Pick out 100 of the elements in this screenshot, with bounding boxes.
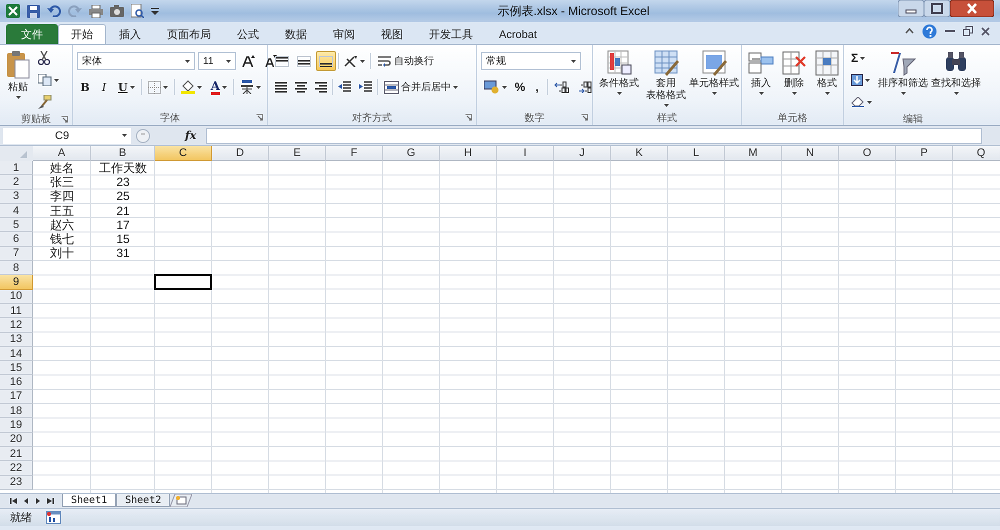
splitter-handle-icon[interactable] <box>135 128 151 142</box>
ribbon-tab[interactable]: 插入 <box>106 24 154 44</box>
row-header[interactable]: 11 <box>0 304 33 318</box>
ribbon-button[interactable]: 套用 表格格式 <box>644 48 688 108</box>
formula-input[interactable] <box>206 128 982 144</box>
restore-icon[interactable] <box>963 26 973 36</box>
printer-icon[interactable] <box>89 4 103 18</box>
maximize-button-icon[interactable] <box>924 0 950 17</box>
name-box[interactable]: C9 <box>3 128 131 144</box>
font-size-dropdown[interactable]: 11 <box>198 52 236 70</box>
row-header[interactable]: 20 <box>0 432 33 447</box>
file-tab[interactable]: 文件 <box>6 24 58 44</box>
help-icon[interactable] <box>922 24 937 38</box>
minimize-icon[interactable] <box>945 27 955 35</box>
column-header[interactable]: O <box>839 146 896 161</box>
column-header[interactable]: A <box>33 146 91 161</box>
autosum-button[interactable]: Σ <box>848 48 875 68</box>
row-header[interactable]: 23 <box>0 476 33 490</box>
dialog-launcher-icon[interactable] <box>581 114 588 121</box>
insert-function-button[interactable]: fx <box>155 129 202 142</box>
column-header[interactable]: M <box>725 146 782 161</box>
dialog-launcher-icon[interactable] <box>465 114 472 121</box>
ribbon-tab[interactable]: 视图 <box>368 24 416 44</box>
save-icon[interactable] <box>27 4 40 18</box>
ribbon-tab[interactable]: 开发工具 <box>416 24 486 44</box>
row-header[interactable]: 15 <box>0 361 33 376</box>
row-header[interactable]: 7 <box>0 246 33 262</box>
bold-button[interactable]: B <box>77 77 93 97</box>
wrap-text-button[interactable]: 自动换行 <box>373 51 438 71</box>
ribbon-tab[interactable]: 审阅 <box>320 24 368 44</box>
font-color-button[interactable]: A <box>208 77 230 97</box>
row-header[interactable]: 13 <box>0 332 33 347</box>
column-header[interactable]: F <box>326 146 383 161</box>
row-header[interactable]: 6 <box>0 232 33 247</box>
row-header[interactable]: 10 <box>0 290 33 304</box>
column-header[interactable]: G <box>383 146 440 161</box>
last-sheet-icon[interactable] <box>46 496 54 504</box>
row-header[interactable]: 8 <box>0 261 33 276</box>
italic-button[interactable]: I <box>96 77 112 97</box>
number-format-dropdown[interactable]: 常规 <box>481 52 581 70</box>
row-header[interactable]: 18 <box>0 404 33 418</box>
row-header[interactable]: 19 <box>0 418 33 433</box>
ribbon-tab[interactable]: 公式 <box>224 24 272 44</box>
column-header[interactable]: L <box>668 146 725 161</box>
close-icon[interactable] <box>981 26 990 36</box>
ribbon-button[interactable]: 排序和筛选 <box>878 48 928 96</box>
column-header[interactable]: K <box>611 146 668 161</box>
column-header[interactable]: Q <box>953 146 1000 161</box>
print-preview-icon[interactable] <box>131 4 144 18</box>
comma-style-button[interactable]: , <box>530 77 544 97</box>
minimize-button-icon[interactable] <box>898 0 924 17</box>
ribbon-button[interactable]: 删除 <box>779 48 809 96</box>
spreadsheet-logo-icon[interactable] <box>6 4 20 18</box>
dialog-launcher-icon[interactable] <box>61 116 68 123</box>
row-header[interactable]: 2 <box>0 175 33 190</box>
column-header[interactable]: B <box>91 146 155 161</box>
ribbon-tab[interactable]: 开始 <box>58 24 106 44</box>
column-header[interactable]: E <box>269 146 326 161</box>
row-header[interactable]: 12 <box>0 318 33 333</box>
ribbon-tab[interactable]: 页面布局 <box>154 24 224 44</box>
row-header[interactable]: 3 <box>0 190 33 204</box>
merge-center-button[interactable]: 合并后居中 <box>380 77 462 97</box>
font-name-dropdown[interactable]: 宋体 <box>77 52 195 70</box>
row-header[interactable]: 16 <box>0 375 33 390</box>
collapse-ribbon-icon[interactable] <box>905 28 914 34</box>
active-cell[interactable] <box>154 274 212 290</box>
row-header[interactable]: 5 <box>0 218 33 232</box>
ribbon-tab[interactable]: 数据 <box>272 24 320 44</box>
first-sheet-icon[interactable] <box>10 496 18 504</box>
column-header[interactable]: N <box>782 146 839 161</box>
dialog-launcher-icon[interactable] <box>256 114 263 121</box>
previous-sheet-icon[interactable] <box>22 496 30 504</box>
row-header[interactable]: 17 <box>0 390 33 404</box>
vertical-align-button[interactable] <box>316 51 336 71</box>
row-header[interactable]: 9 <box>0 275 33 290</box>
ribbon-button[interactable]: 查找和选择 <box>931 48 981 96</box>
new-sheet-icon[interactable] <box>170 494 192 507</box>
column-header[interactable]: J <box>554 146 611 161</box>
row-header[interactable]: 22 <box>0 461 33 476</box>
column-header[interactable]: I <box>497 146 554 161</box>
row-header[interactable]: 14 <box>0 346 33 362</box>
ribbon-button[interactable]: 格式 <box>812 48 842 96</box>
camera-icon[interactable] <box>110 5 124 17</box>
customize-menu-icon[interactable] <box>151 6 159 16</box>
close-icon[interactable] <box>950 0 994 17</box>
percent-button[interactable]: % <box>513 77 527 97</box>
row-header[interactable]: 4 <box>0 204 33 218</box>
next-sheet-icon[interactable] <box>34 496 42 504</box>
column-header[interactable]: P <box>896 146 953 161</box>
ribbon-button[interactable]: 单元格样式 <box>691 48 737 96</box>
undo-icon[interactable] <box>47 5 61 17</box>
paste-button[interactable]: 粘贴 <box>4 48 32 100</box>
ribbon-button[interactable]: 条件格式 <box>597 48 641 96</box>
column-header[interactable]: D <box>212 146 269 161</box>
macro-record-icon[interactable] <box>46 511 61 524</box>
ribbon-tab[interactable]: Acrobat <box>486 24 550 44</box>
row-header[interactable]: 1 <box>0 161 33 176</box>
row-header[interactable]: 21 <box>0 446 33 462</box>
underline-button[interactable]: U <box>115 77 138 97</box>
ribbon-button[interactable]: 插入 <box>746 48 776 96</box>
